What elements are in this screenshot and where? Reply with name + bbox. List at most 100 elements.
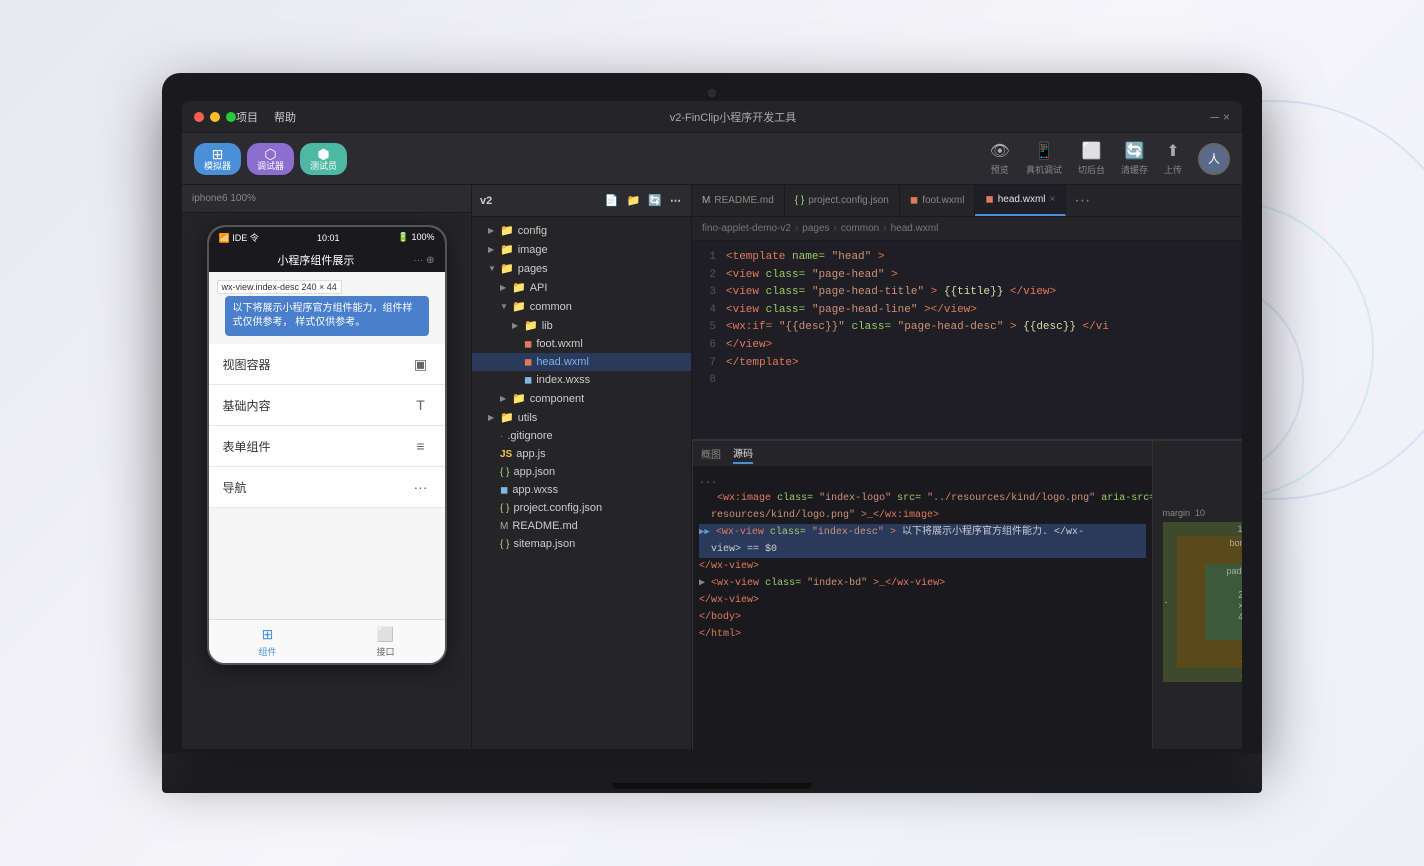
- collapse-icon[interactable]: ⋯: [668, 192, 683, 209]
- tree-item-readme[interactable]: M README.md: [472, 517, 691, 535]
- device-preview: 📶 IDE 令 10:01 🔋 100% 小程序组件展示 ··· ⊕: [182, 213, 471, 749]
- laptop-screen: 项目 帮助 v2-FinClip小程序开发工具 ─ × ⊞ 模拟器 ⬡: [162, 73, 1262, 753]
- tab-icon-project: { }: [795, 195, 804, 206]
- html-line-wximage: <wx:image class= "index-logo" src= "../r…: [699, 490, 1146, 507]
- breadcrumb-common: common: [841, 223, 879, 234]
- json-icon-app: { }: [500, 467, 509, 478]
- laptop-notch: [182, 89, 1242, 97]
- refresh-icon[interactable]: 🔄: [646, 192, 664, 209]
- tab-label-readme: README.md: [714, 195, 773, 206]
- code-line-7: </template>: [726, 355, 1238, 373]
- arrow-common: ▼: [500, 302, 508, 311]
- list-item-nav[interactable]: 导航 ···: [209, 467, 445, 508]
- titlebar-close-icon[interactable]: ×: [1223, 110, 1230, 124]
- phone-mockup: 📶 IDE 令 10:01 🔋 100% 小程序组件展示 ··· ⊕: [207, 225, 447, 665]
- titlebar: 项目 帮助 v2-FinClip小程序开发工具 ─ ×: [182, 101, 1242, 133]
- titlebar-minimize-icon[interactable]: ─: [1210, 110, 1219, 124]
- code-scroll-area[interactable]: 1 2 3 4 5 6 7 8: [692, 241, 1242, 439]
- tab-icon-foot: ◼: [910, 195, 918, 206]
- preview-action[interactable]: 👁 预览: [990, 141, 1010, 176]
- tester-button[interactable]: ⬢ 测试员: [300, 143, 347, 175]
- tree-item-pages[interactable]: ▼ 📁 pages: [472, 259, 691, 278]
- code-text-area[interactable]: <template name= "head" > <view class=: [722, 241, 1242, 439]
- maximize-button[interactable]: [226, 112, 236, 122]
- window-controls: [194, 112, 236, 122]
- menu-help[interactable]: 帮助: [274, 109, 296, 125]
- upload-action[interactable]: ⬆ 上传: [1164, 141, 1182, 176]
- tag-close-2: >: [891, 269, 898, 281]
- list-item-view[interactable]: 视图容器 ▣: [209, 344, 445, 385]
- box-padding-area: padding 240 × 44: [1205, 564, 1243, 640]
- tag-end-wximage: >_</wx:image>: [861, 510, 939, 521]
- html-line-comment: ...: [699, 473, 1146, 490]
- nav-item-interface[interactable]: ⬜ 接口: [327, 620, 445, 663]
- tree-item-head-wxml[interactable]: ◼ head.wxml: [472, 353, 691, 371]
- tag-wxview-desc: <wx-view: [716, 527, 764, 538]
- file-tree-actions: 📄 📁 🔄 ⋯: [603, 192, 683, 209]
- tree-item-lib[interactable]: ▶ 📁 lib: [472, 316, 691, 335]
- simulator-button[interactable]: ⊞ 模拟器: [194, 143, 241, 175]
- new-file-icon[interactable]: 📄: [603, 192, 621, 209]
- code-line-2: <view class= "page-head" >: [726, 267, 1238, 285]
- device-debug-action[interactable]: 📱 真机调试: [1026, 141, 1062, 176]
- tree-item-config[interactable]: ▶ 📁 config: [472, 221, 691, 240]
- tab-head-wxml[interactable]: ◼ head.wxml ×: [975, 185, 1066, 216]
- attr-class-bd: class=: [765, 578, 801, 589]
- app-title: v2-FinClip小程序开发工具: [296, 109, 1170, 125]
- tab-foot-wxml[interactable]: ◼ foot.wxml: [900, 185, 976, 216]
- list-item-form[interactable]: 表单组件 ≡: [209, 426, 445, 467]
- nav-icon-interface: ⬜: [377, 626, 394, 643]
- list-item-basic[interactable]: 基础内容 T: [209, 385, 445, 426]
- attr-class-5: class=: [851, 321, 891, 333]
- tag-close-4: ></view>: [924, 304, 977, 316]
- html-line-close-body: </body>: [699, 609, 1146, 626]
- expr-desc: {{desc}}: [1023, 321, 1076, 333]
- minimize-button[interactable]: [210, 112, 220, 122]
- cut-bg-action[interactable]: ⬜ 切后台: [1078, 141, 1105, 176]
- tree-label-component: component: [530, 393, 584, 405]
- user-avatar[interactable]: 人: [1198, 143, 1230, 175]
- tree-item-gitignore[interactable]: · .gitignore: [472, 427, 691, 445]
- close-button[interactable]: [194, 112, 204, 122]
- attr-class-logo: class=: [777, 493, 813, 504]
- tree-item-foot-wxml[interactable]: ◼ foot.wxml: [472, 335, 691, 353]
- clear-cache-action[interactable]: 🔄 清缓存: [1121, 141, 1148, 176]
- tab-close-head[interactable]: ×: [1050, 194, 1056, 205]
- tab-readme[interactable]: M README.md: [692, 185, 785, 216]
- tree-item-project-config[interactable]: { } project.config.json: [472, 499, 691, 517]
- phone-title-icons[interactable]: ··· ⊕: [413, 255, 434, 266]
- tree-item-app-json[interactable]: { } app.json: [472, 463, 691, 481]
- folder-icon-component: 📁: [512, 392, 526, 405]
- tree-label-image: image: [518, 244, 548, 256]
- preview-label: 预览: [991, 163, 1009, 176]
- menu-project[interactable]: 项目: [236, 109, 258, 125]
- tree-item-component[interactable]: ▶ 📁 component: [472, 389, 691, 408]
- device-panel: iphone6 100% 📶 IDE 令 10:01 🔋 100%: [182, 185, 472, 749]
- tab-more-button[interactable]: ···: [1066, 185, 1098, 216]
- phone-desc-text: 以下将展示小程序官方组件能力，组件样式仅供参考， 样式仅供参考。: [233, 302, 421, 330]
- json-icon-sitemap: { }: [500, 539, 509, 550]
- debugger-button[interactable]: ⬡ 调试器: [247, 143, 294, 175]
- tree-item-index-wxss[interactable]: ◼ index.wxss: [472, 371, 691, 389]
- tree-item-app-js[interactable]: JS app.js: [472, 445, 691, 463]
- tree-label-index-wxss: index.wxss: [536, 374, 590, 386]
- box-border-minus: -: [1241, 656, 1242, 666]
- tree-item-sitemap[interactable]: { } sitemap.json: [472, 535, 691, 553]
- nav-item-component[interactable]: ⊞ 组件: [209, 620, 327, 663]
- tree-label-sitemap: sitemap.json: [513, 538, 575, 550]
- device-bar: iphone6 100%: [182, 185, 471, 213]
- html-code-content[interactable]: ... <wx:image class= "index-logo" src=: [693, 467, 1152, 749]
- new-folder-icon[interactable]: 📁: [625, 192, 643, 209]
- component-name-nav: 导航: [223, 479, 247, 496]
- tag-end-html: </html>: [699, 629, 741, 640]
- tree-item-api[interactable]: ▶ 📁 API: [472, 278, 691, 297]
- tree-item-app-wxss[interactable]: ◼ app.wxss: [472, 481, 691, 499]
- tag-view-2: <view: [726, 269, 759, 281]
- tree-item-image[interactable]: ▶ 📁 image: [472, 240, 691, 259]
- tree-item-utils[interactable]: ▶ 📁 utils: [472, 408, 691, 427]
- tag-close-5: >: [1010, 321, 1017, 333]
- bottom-tab-source[interactable]: 源码: [733, 443, 753, 464]
- attr-val-index-desc: "index-desc": [812, 527, 884, 538]
- tab-project-config[interactable]: { } project.config.json: [785, 185, 900, 216]
- tree-item-common[interactable]: ▼ 📁 common: [472, 297, 691, 316]
